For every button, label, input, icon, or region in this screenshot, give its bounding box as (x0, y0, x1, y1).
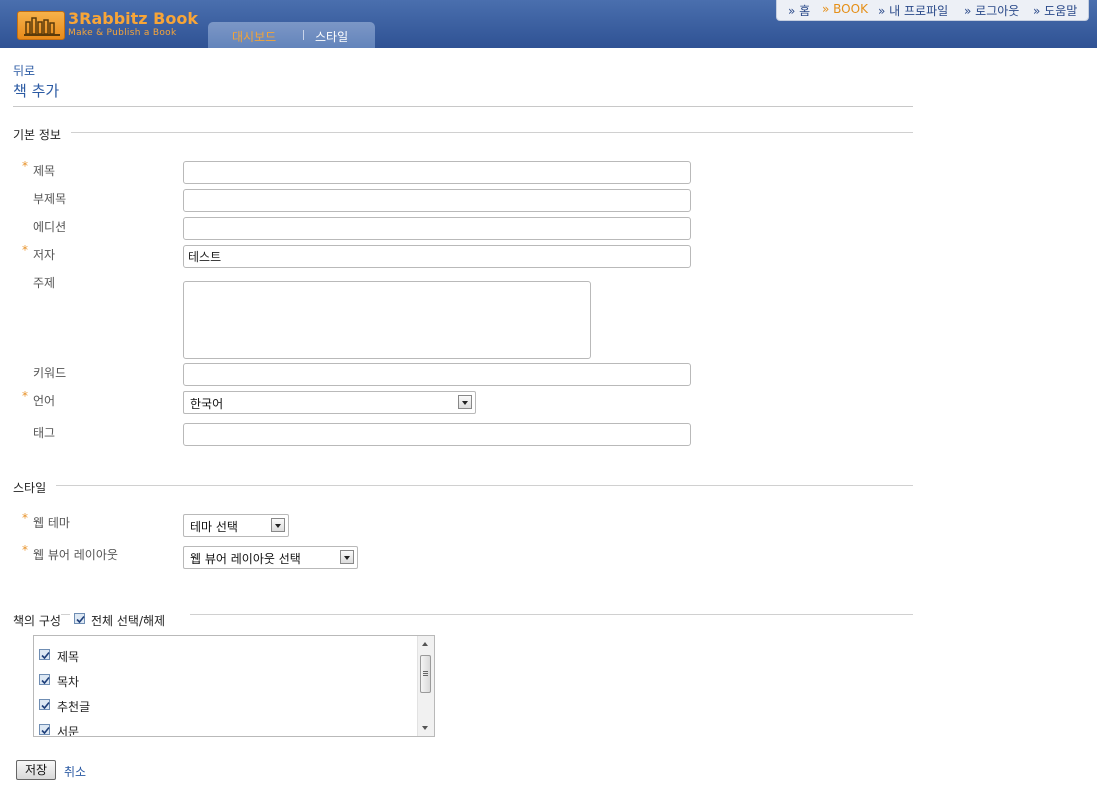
subtitle-input[interactable] (183, 189, 691, 212)
subject-textarea[interactable] (183, 281, 591, 359)
grip-line (423, 675, 428, 676)
top-header: 3Rabbitz Book Make & Publish a Book 대시보드… (0, 0, 1097, 48)
required-marker: * (22, 511, 28, 525)
viewer-layout-select[interactable]: 웹 뷰어 레이아웃 선택 (183, 546, 358, 569)
composition-item-checkbox[interactable] (39, 649, 50, 660)
chevron-down-icon[interactable] (458, 395, 472, 409)
nav-help-link[interactable]: » 도움말 (1033, 2, 1077, 19)
save-button[interactable]: 저장 (16, 760, 56, 780)
composition-item-label[interactable]: 추천글 (57, 698, 90, 715)
title-divider (13, 106, 913, 107)
cancel-link[interactable]: 취소 (64, 763, 86, 780)
scroll-down-arrow-icon[interactable] (422, 726, 428, 730)
brand-name[interactable]: 3Rabbitz Book (68, 9, 198, 28)
check-icon (76, 615, 85, 624)
style-legend: 스타일 (13, 479, 57, 496)
edition-label: 에디션 (33, 220, 67, 234)
back-link[interactable]: 뒤로 (13, 62, 35, 79)
viewer-layout-selected-value: 웹 뷰어 레이아웃 선택 (190, 552, 301, 566)
composition-item-label[interactable]: 서문 (57, 723, 79, 736)
required-marker: * (22, 543, 28, 557)
tab-divider (303, 30, 304, 40)
author-input[interactable] (183, 245, 691, 268)
style-rule (13, 485, 913, 486)
listbox-scrollbar[interactable] (417, 636, 434, 736)
main-tabs: 대시보드 스타일 (208, 22, 375, 48)
language-selected-value: 한국어 (190, 397, 224, 411)
check-icon (41, 726, 50, 735)
edition-input[interactable] (183, 217, 691, 240)
check-icon (41, 701, 50, 710)
viewer-layout-label: 웹 뷰어 레이아웃 (33, 548, 118, 562)
brand-tagline: Make & Publish a Book (68, 28, 177, 38)
books-logo-icon[interactable] (17, 11, 65, 40)
tab-dashboard[interactable]: 대시보드 (232, 28, 276, 45)
tag-input[interactable] (183, 423, 691, 446)
composition-item-checkbox[interactable] (39, 674, 50, 685)
tag-label: 태그 (33, 426, 56, 440)
subtitle-label: 부제목 (33, 192, 67, 206)
scrollbar-thumb[interactable] (420, 655, 431, 693)
title-label: 제목 (33, 164, 56, 178)
composition-listbox[interactable]: 제목 목차 추천글 서문 (33, 635, 435, 737)
chevron-down-icon[interactable] (340, 550, 354, 564)
keyword-input[interactable] (183, 363, 691, 386)
composition-item-checkbox[interactable] (39, 724, 50, 735)
language-label: 언어 (33, 394, 56, 408)
chevron-down-icon[interactable] (271, 518, 285, 532)
scroll-up-arrow-icon[interactable] (422, 642, 428, 646)
check-icon (41, 676, 50, 685)
top-navigation: » 홈 » BOOK » 내 프로파일 » 로그아웃 » 도움말 (776, 0, 1089, 21)
select-all-label[interactable]: 전체 선택/해제 (91, 612, 165, 629)
basic-info-legend: 기본 정보 (13, 126, 71, 143)
nav-profile-link[interactable]: » 내 프로파일 (878, 2, 948, 19)
nav-home-link[interactable]: » 홈 (788, 2, 810, 19)
page-title: 책 추가 (13, 82, 60, 100)
composition-item-checkbox[interactable] (39, 699, 50, 710)
composition-item-label[interactable]: 제목 (57, 648, 79, 665)
language-select[interactable]: 한국어 (183, 391, 476, 414)
select-all-checkbox[interactable] (74, 613, 85, 624)
tab-style[interactable]: 스타일 (315, 28, 348, 45)
subject-label: 주제 (33, 276, 56, 290)
nav-book-link[interactable]: » BOOK (822, 2, 868, 16)
author-label: 저자 (33, 248, 56, 262)
grip-line (423, 671, 428, 672)
web-theme-label: 웹 테마 (33, 516, 70, 530)
web-theme-selected-value: 테마 선택 (190, 520, 238, 534)
check-icon (41, 651, 50, 660)
nav-logout-link[interactable]: » 로그아웃 (964, 2, 1019, 19)
web-theme-select[interactable]: 테마 선택 (183, 514, 289, 537)
required-marker: * (22, 159, 28, 173)
title-input[interactable] (183, 161, 691, 184)
keyword-label: 키워드 (33, 366, 67, 380)
required-marker: * (22, 243, 28, 257)
basic-info-rule (13, 132, 913, 133)
composition-legend: 책의 구성 (13, 612, 61, 629)
grip-line (423, 673, 428, 674)
composition-item-label[interactable]: 목차 (57, 673, 79, 690)
required-marker: * (22, 389, 28, 403)
